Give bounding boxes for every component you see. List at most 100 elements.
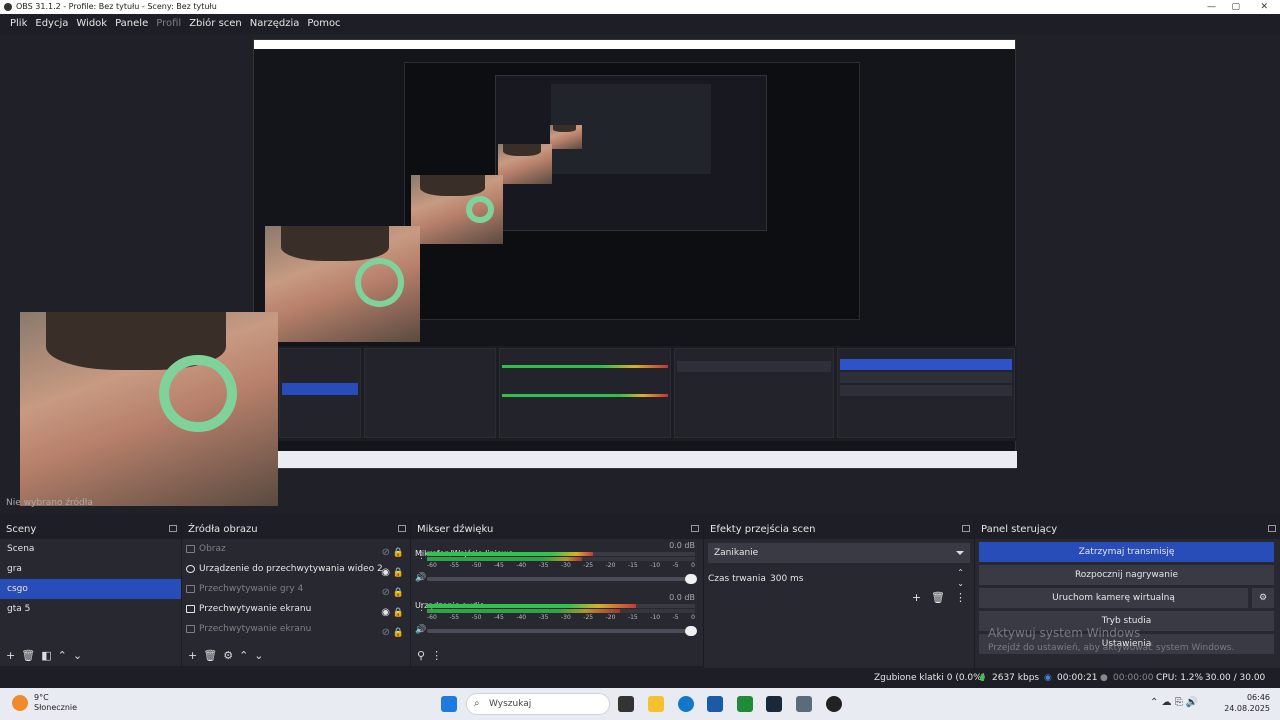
stop-stream-button[interactable]: Zatrzymaj transmisję — [979, 542, 1274, 562]
meter-tick-label: -45 — [493, 562, 504, 569]
meter-ticks: -60 -55 -50 -45 -40 -35 -30 -25 -20 -15 -10 -5 0 — [427, 562, 695, 569]
webcam-capture-4 — [498, 144, 552, 184]
volume-knob[interactable] — [685, 574, 697, 584]
menu-profil[interactable]: Profil — [152, 14, 185, 34]
start-recording-button[interactable]: Rozpocznij nagrywanie — [979, 565, 1274, 585]
gear-icon[interactable]: ⚙ — [1252, 588, 1274, 608]
obs-icon[interactable] — [826, 696, 842, 712]
channel-menu-icon[interactable]: ⋮ — [417, 603, 426, 613]
volume-slider[interactable] — [427, 574, 697, 584]
duration-spinner-icon[interactable]: ⌃ ⌄ — [957, 567, 964, 589]
taskbar-search-placeholder: Wyszukaj — [489, 699, 532, 709]
nested-docks — [254, 346, 1017, 441]
menu-edycja[interactable]: Edycja — [31, 14, 72, 34]
steam-icon[interactable] — [766, 696, 782, 712]
source-item-video-capture[interactable]: Urządzenie do przechwytywania wideo 2 ◉ … — [182, 559, 410, 579]
close-icon[interactable]: ✕ — [1260, 0, 1268, 14]
remove-transition-icon[interactable]: 🗑 — [931, 591, 945, 604]
nested-controls-dock — [837, 348, 1015, 438]
meter-ticks: -60 -55 -50 -45 -40 -35 -30 -25 -20 -15 -10 -5 0 — [427, 614, 695, 621]
weather-widget[interactable]: 9°C Słonecznie — [12, 693, 77, 713]
app-icon[interactable] — [796, 696, 812, 712]
source-item-obraz[interactable]: Obraz ⊘ 🔒 — [182, 539, 410, 559]
maximize-icon[interactable]: ▢ — [1231, 0, 1240, 14]
lock-icon[interactable]: 🔒 — [393, 623, 404, 643]
source-properties-icon[interactable]: ⚙ — [223, 649, 233, 662]
store-icon[interactable] — [707, 696, 723, 712]
taskbar-clock[interactable]: 06:46 24.08.2025 — [1224, 692, 1270, 714]
mixer-dock: Mikser dźwięku Mikrofon/Wejście liniowe … — [411, 521, 704, 666]
webcam-capture-1 — [20, 312, 278, 506]
system-tray-icons[interactable]: ⌃ ☁ ⎘ 🔊 — [1150, 697, 1198, 708]
audio-meter-right — [427, 609, 695, 613]
mixer-menu-icon[interactable]: ⋮ — [431, 649, 442, 662]
menu-plik[interactable]: Plik — [6, 14, 31, 34]
windows-activation-watermark: Aktywuj system Windows Przejdź do ustawi… — [988, 626, 1234, 653]
menu-narzedzia[interactable]: Narzędzia — [246, 14, 304, 34]
dock-float-icon[interactable] — [398, 525, 406, 532]
source-item-screen-capture-2[interactable]: Przechwytywanie ekranu ⊘ 🔒 — [182, 619, 410, 639]
watermark-line1: Aktywuj system Windows — [988, 626, 1141, 640]
menu-panele[interactable]: Panele — [111, 14, 152, 34]
virtual-cam-row: Uruchom kamerę wirtualną ⚙ — [979, 588, 1274, 608]
audio-settings-icon[interactable]: ⚲ — [417, 649, 425, 662]
scene-item-csgo[interactable]: csgo — [0, 579, 181, 599]
scene-item-gra[interactable]: gra — [0, 559, 181, 579]
file-explorer-icon[interactable] — [648, 696, 664, 712]
windows-start-icon[interactable] — [441, 696, 457, 712]
taskbar-search[interactable]: ⌕ Wyszukaj — [466, 693, 610, 715]
sources-toolbar: + 🗑 ⚙ ⌃ ⌄ — [182, 644, 264, 666]
stream-icon: ◉ — [1044, 673, 1052, 683]
dock-float-icon[interactable] — [691, 525, 699, 532]
source-item-screen-capture[interactable]: Przechwytywanie ekranu ◉ 🔒 — [182, 599, 410, 619]
move-up-icon[interactable]: ⌃ — [58, 649, 67, 662]
transition-select[interactable]: Zanikanie — [708, 543, 970, 563]
edge-icon[interactable] — [678, 696, 694, 712]
weather-sun-icon — [12, 695, 28, 711]
menu-zbior-scen[interactable]: Zbiór scen — [185, 14, 246, 34]
dock-float-icon[interactable] — [169, 525, 177, 532]
window-title: OBS 31.1.2 - Profile: Bez tytułu - Sceny… — [16, 2, 217, 11]
menu-widok[interactable]: Widok — [72, 14, 111, 34]
speaker-icon[interactable]: 🔊 — [415, 625, 426, 635]
remove-source-icon[interactable]: 🗑 — [203, 649, 217, 662]
nested-sources-dock — [364, 348, 496, 438]
duration-input[interactable]: 300 ms — [770, 569, 804, 589]
meter-tick-label: -30 — [560, 562, 571, 569]
scene-filters-icon[interactable]: ◧ — [41, 649, 51, 662]
webcam-capture-5 — [550, 125, 582, 149]
channel-menu-icon[interactable]: ⋮ — [417, 551, 426, 561]
preview-canvas[interactable] — [0, 34, 1280, 514]
dock-float-icon[interactable] — [962, 525, 970, 532]
scene-item-scena[interactable]: Scena — [0, 539, 181, 559]
move-down-icon[interactable]: ⌄ — [73, 649, 82, 662]
meter-tick-label: -25 — [583, 562, 594, 569]
minimize-icon[interactable]: — — [1207, 0, 1216, 14]
search-icon: ⌕ — [474, 698, 480, 709]
clock-date: 24.08.2025 — [1224, 704, 1270, 713]
transition-menu-icon[interactable]: ⋮ — [955, 591, 966, 604]
volume-knob[interactable] — [685, 626, 697, 636]
source-item-game-capture[interactable]: Przechwytywanie gry 4 ⊘ 🔒 — [182, 579, 410, 599]
meter-tick-label: -55 — [449, 562, 460, 569]
meter-tick-label: -20 — [605, 614, 616, 621]
scene-item-gta5[interactable]: gta 5 — [0, 599, 181, 619]
dock-float-icon[interactable] — [1268, 525, 1276, 532]
add-scene-icon[interactable]: + — [6, 649, 15, 662]
excel-icon[interactable] — [737, 696, 753, 712]
gamepad-icon — [186, 585, 195, 593]
task-view-icon[interactable] — [618, 696, 634, 712]
add-source-icon[interactable]: + — [188, 649, 197, 662]
speaker-icon[interactable]: 🔊 — [415, 573, 426, 583]
remove-scene-icon[interactable]: 🗑 — [21, 649, 35, 662]
move-up-icon[interactable]: ⌃ — [239, 649, 248, 662]
nested-taskbar — [254, 451, 1017, 468]
meter-tick-label: -40 — [516, 614, 527, 621]
add-transition-icon[interactable]: + — [912, 591, 921, 604]
virtual-camera-button[interactable]: Uruchom kamerę wirtualną — [979, 588, 1248, 608]
volume-slider[interactable] — [427, 626, 697, 636]
record-icon: ● — [1100, 673, 1108, 683]
move-down-icon[interactable]: ⌄ — [254, 649, 263, 662]
eye-hidden-icon[interactable]: ⊘ — [382, 623, 390, 643]
menu-pomoc[interactable]: Pomoc — [303, 14, 344, 34]
